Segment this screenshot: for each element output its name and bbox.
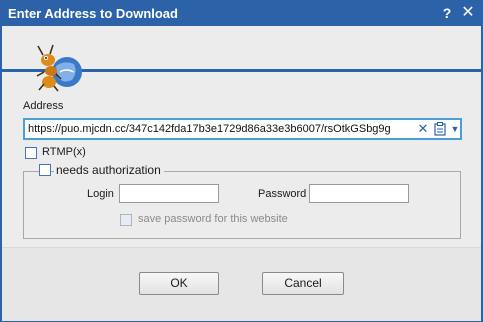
save-password-label: save password for this website (138, 213, 288, 225)
dialog-window: Enter Address to Download ? ✕ Address ✕ … (0, 0, 483, 322)
needs-authorization-label[interactable]: needs authorization (54, 163, 164, 177)
rtmp-label[interactable]: RTMP(x) (42, 146, 86, 158)
dialog-footer (2, 247, 481, 321)
needs-authorization-checkbox[interactable] (39, 164, 51, 176)
clear-icon[interactable]: ✕ (417, 121, 429, 137)
clipboard-icon[interactable] (434, 122, 446, 136)
address-label: Address (23, 100, 64, 112)
close-button[interactable]: ✕ (458, 3, 478, 23)
ant-logo-icon (36, 44, 82, 92)
save-password-checkbox[interactable] (120, 214, 132, 226)
password-field[interactable] (309, 184, 409, 203)
help-button[interactable]: ? (437, 3, 457, 23)
title-bar[interactable]: Enter Address to Download ? ✕ (0, 0, 483, 26)
login-field[interactable] (119, 184, 219, 203)
ok-button[interactable]: OK (139, 272, 219, 295)
password-label: Password (258, 188, 307, 200)
cancel-button[interactable]: Cancel (262, 272, 344, 295)
address-field[interactable]: ✕ ▼ (23, 118, 462, 140)
chevron-down-icon[interactable]: ▼ (449, 121, 461, 137)
rtmp-checkbox[interactable] (25, 147, 37, 159)
window-title: Enter Address to Download (8, 6, 178, 21)
login-label: Login (87, 188, 114, 200)
address-input[interactable] (28, 121, 408, 137)
authorization-group (23, 171, 461, 239)
